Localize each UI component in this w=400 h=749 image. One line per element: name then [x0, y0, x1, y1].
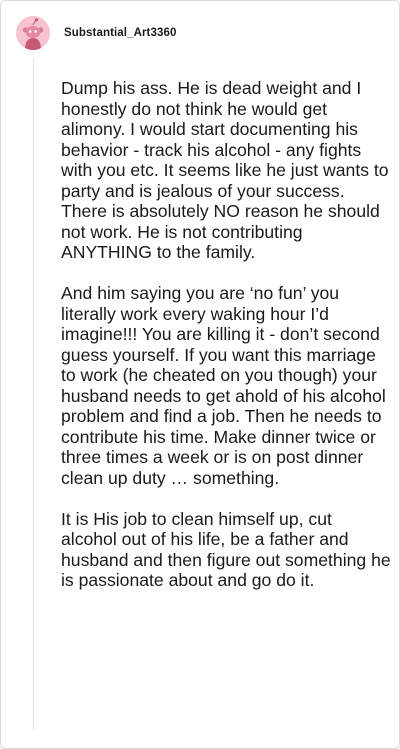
comment-paragraph: It is His job to clean himself up, cut a…	[61, 508, 391, 591]
thread-line[interactable]	[33, 58, 34, 730]
snoo-avatar-icon	[16, 16, 50, 50]
comment-author[interactable]: Substantial_Art3360	[64, 27, 176, 39]
comment-body: Dump his ass. He is dead weight and I ho…	[61, 78, 391, 591]
comment-paragraph: Dump his ass. He is dead weight and I ho…	[61, 78, 389, 262]
comment-paragraph: And him saying you are ‘no fun’ you lite…	[61, 283, 386, 488]
comment-header: Substantial_Art3360	[16, 16, 176, 50]
avatar[interactable]	[16, 16, 50, 50]
